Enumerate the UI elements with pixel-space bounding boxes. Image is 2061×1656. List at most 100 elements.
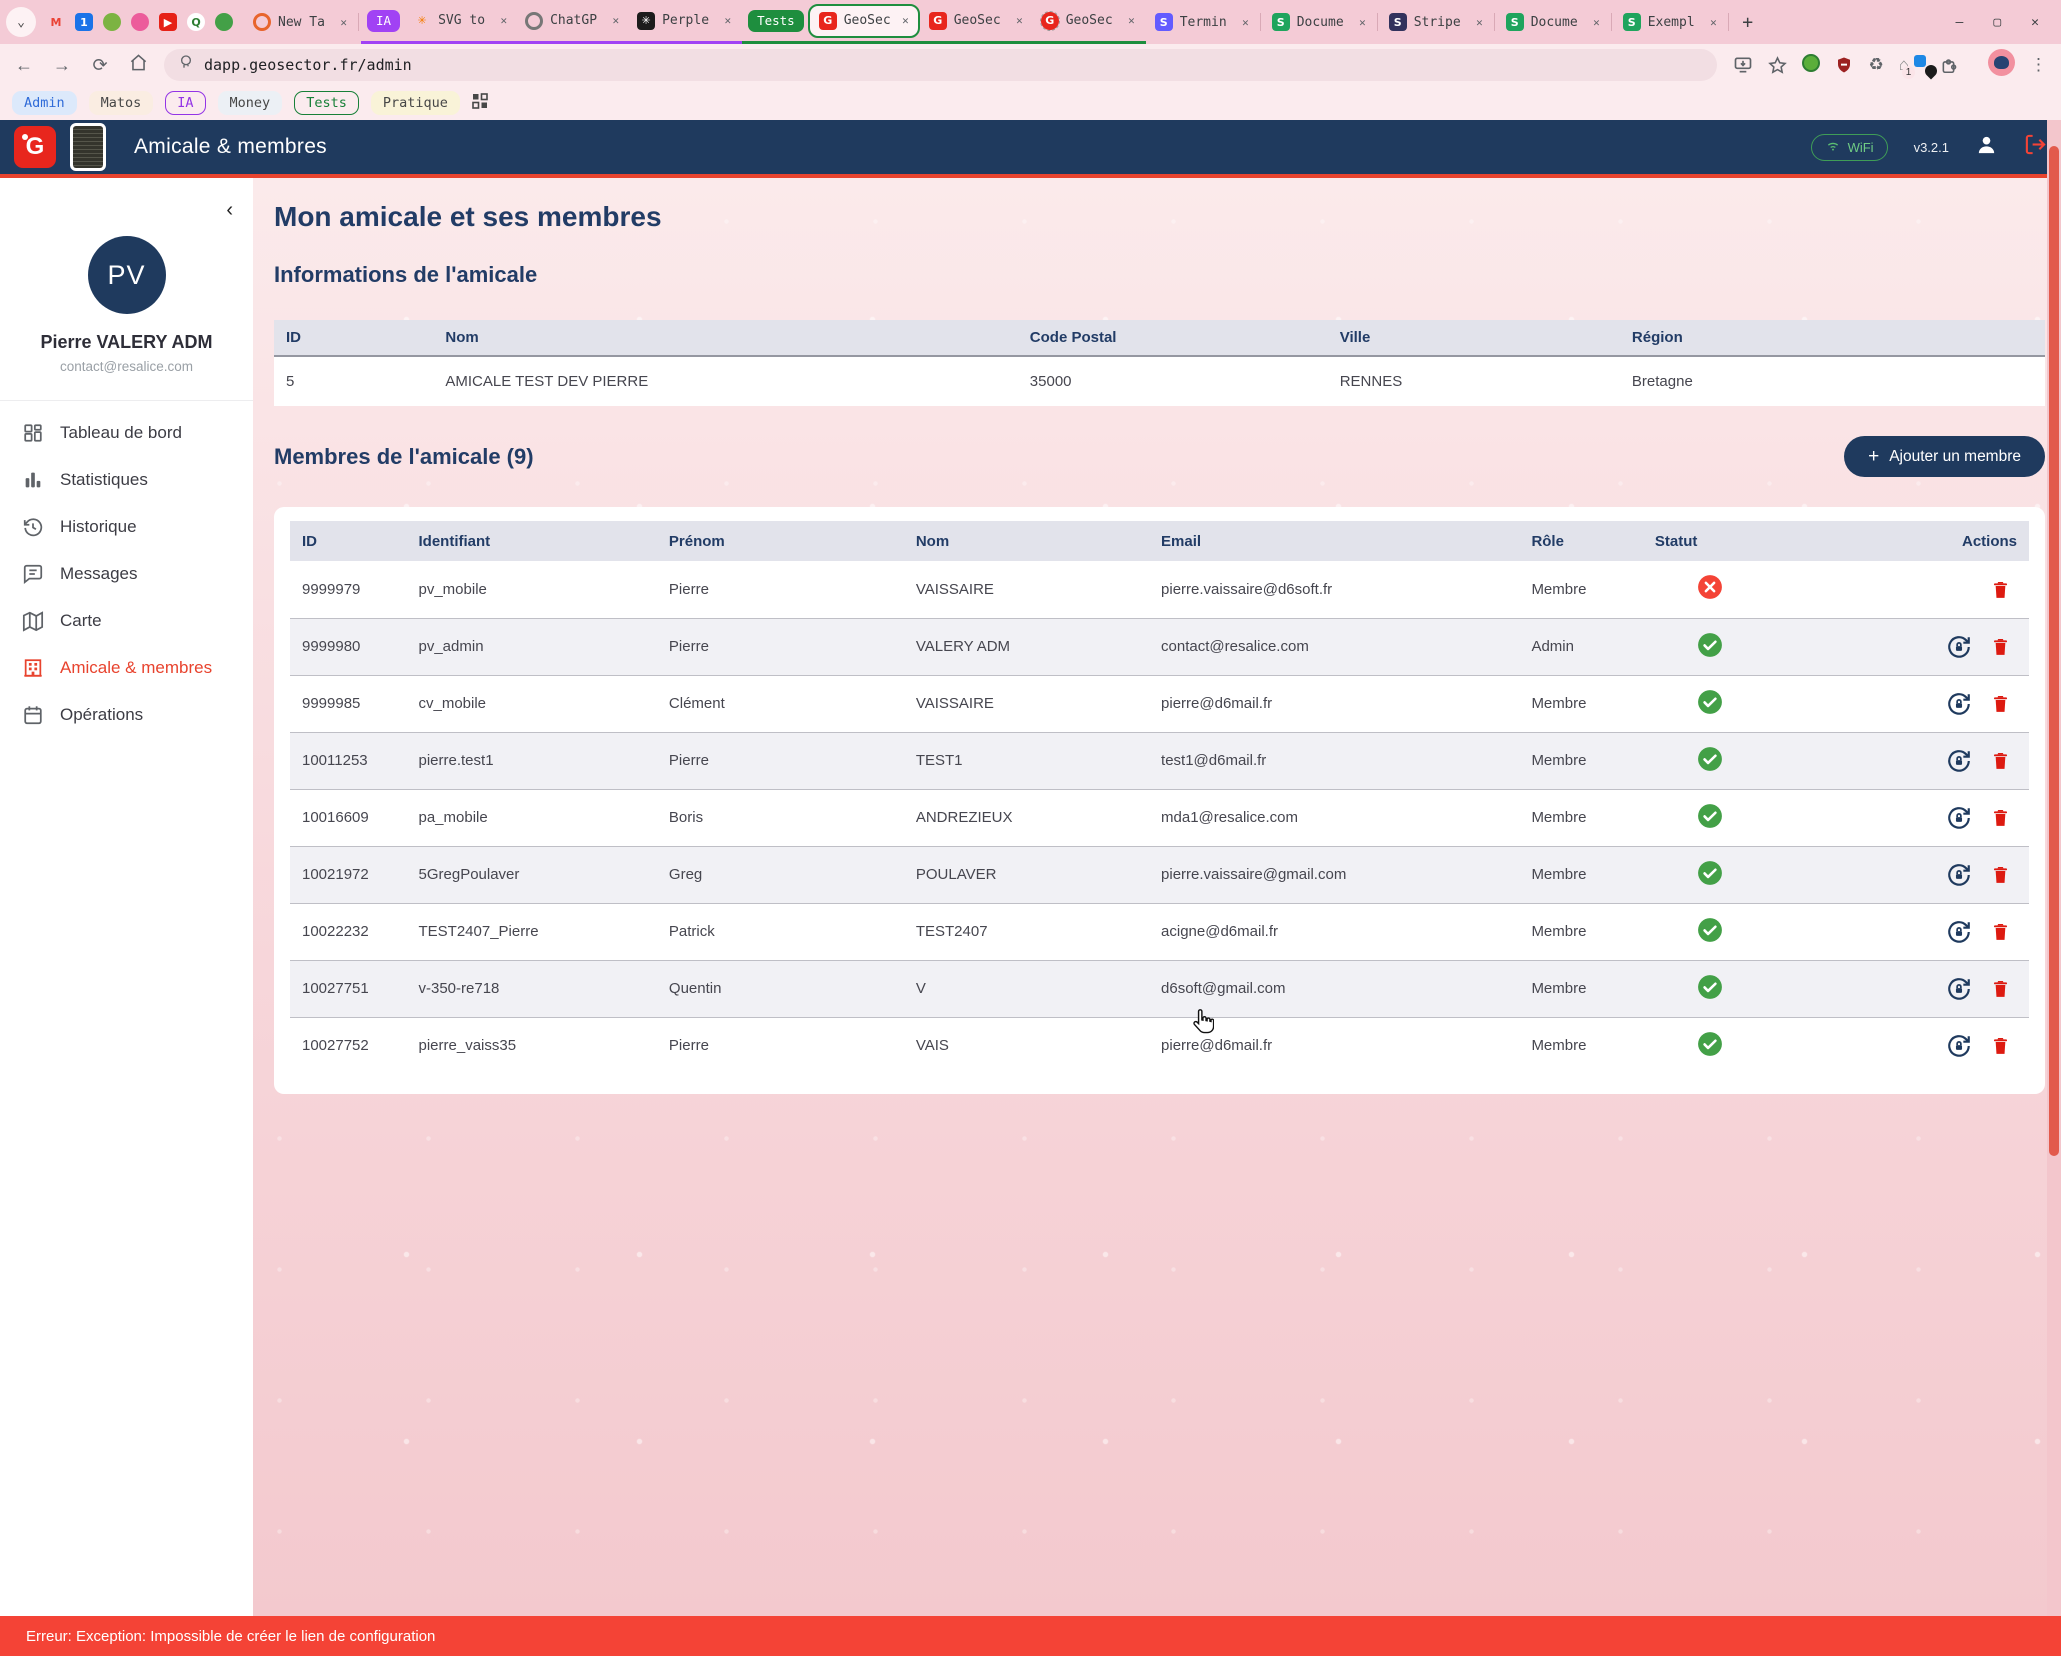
browser-tab-termin[interactable]: STermin✕: [1146, 5, 1258, 39]
site-settings-icon[interactable]: [178, 55, 194, 75]
user-email: contact@resalice.com: [0, 359, 253, 374]
close-tab-icon[interactable]: ✕: [1710, 16, 1717, 29]
close-tab-icon[interactable]: ✕: [500, 14, 507, 27]
bookmark-pratique[interactable]: Pratique: [371, 91, 460, 115]
forward-icon[interactable]: →: [52, 55, 72, 76]
youtube-favicon[interactable]: ▶: [159, 13, 177, 31]
close-tab-icon[interactable]: ✕: [1242, 16, 1249, 29]
sidebar-item-tableau-de-bord[interactable]: Tableau de bord: [0, 409, 253, 456]
close-tab-icon[interactable]: ✕: [1359, 16, 1366, 29]
browser-tab-svg-to[interactable]: ✳SVG to✕: [404, 4, 516, 38]
close-tab-icon[interactable]: ✕: [1128, 14, 1135, 27]
sidebar-collapse-button[interactable]: ‹: [226, 200, 233, 220]
add-member-button[interactable]: + Ajouter un membre: [1844, 436, 2045, 477]
close-tab-icon[interactable]: ✕: [340, 16, 347, 29]
tab-search-button[interactable]: ⌄: [6, 7, 36, 37]
impersonate-icon[interactable]: [1946, 805, 1972, 831]
member-row: 10027752pierre_vaiss35PierreVAISpierre@d…: [290, 1017, 2029, 1074]
sidebar-item-op-rations[interactable]: Opérations: [0, 691, 253, 738]
sidebar-item-historique[interactable]: Historique: [0, 503, 253, 550]
delete-icon[interactable]: [1990, 1034, 2011, 1057]
amicale-info-table: IDNomCode PostalVilleRégion 5AMICALE TES…: [274, 320, 2045, 406]
scrollbar-thumb[interactable]: [2049, 146, 2059, 1156]
browser-tab-geosec[interactable]: GGeoSec✕: [920, 4, 1032, 38]
impersonate-icon[interactable]: [1946, 919, 1972, 945]
sidebar-item-messages[interactable]: Messages: [0, 550, 253, 597]
bookmark-admin[interactable]: Admin: [12, 91, 77, 115]
puzzle-icon[interactable]: [1939, 56, 1958, 75]
back-icon[interactable]: ←: [14, 55, 34, 76]
tab-group-label[interactable]: Tests: [748, 10, 804, 32]
info-table-row: 5AMICALE TEST DEV PIERRE35000RENNESBreta…: [274, 356, 2045, 406]
delete-icon[interactable]: [1990, 977, 2011, 1000]
sidebar-item-statistiques[interactable]: Statistiques: [0, 456, 253, 503]
close-icon[interactable]: ✕: [2031, 15, 2039, 30]
delete-icon[interactable]: [1990, 749, 2011, 772]
bookmark-matos[interactable]: Matos: [89, 91, 154, 115]
browser-tab-new-ta[interactable]: New Ta✕: [244, 5, 356, 39]
delete-icon[interactable]: [1990, 920, 2011, 943]
browser-tab-chatgp[interactable]: ChatGP✕: [516, 4, 628, 38]
green-app-favicon[interactable]: [103, 13, 121, 31]
gmail-favicon[interactable]: M: [47, 13, 65, 31]
browser-tab-geosec[interactable]: GGeoSec✕: [808, 4, 920, 38]
delete-icon[interactable]: [1990, 635, 2011, 658]
recycle-icon[interactable]: ♻: [1868, 55, 1883, 75]
browser-tab-docume[interactable]: SDocume✕: [1263, 5, 1375, 39]
minimize-icon[interactable]: —: [1956, 15, 1964, 30]
close-tab-icon[interactable]: ✕: [1593, 16, 1600, 29]
browser-tab-exempl[interactable]: SExempl✕: [1614, 5, 1726, 39]
green-badge-favicon[interactable]: [215, 13, 233, 31]
home-icon[interactable]: [128, 53, 148, 77]
kebab-icon[interactable]: ⋮: [2030, 55, 2047, 75]
calendar-favicon[interactable]: 1: [75, 13, 93, 31]
logout-icon[interactable]: [2024, 133, 2047, 161]
close-tab-icon[interactable]: ✕: [612, 14, 619, 27]
member-nom: TEST1: [904, 732, 1149, 789]
bookmark-money[interactable]: Money: [218, 91, 283, 115]
user-icon[interactable]: [1975, 133, 1998, 161]
member-identifiant: pv_mobile: [407, 561, 657, 618]
delete-icon[interactable]: [1990, 692, 2011, 715]
profile-avatar-icon[interactable]: [1988, 49, 2015, 81]
home-badge-icon[interactable]: ⌂1: [1899, 55, 1909, 75]
delete-icon[interactable]: [1990, 806, 2011, 829]
qgis-favicon[interactable]: Q: [187, 13, 205, 31]
close-tab-icon[interactable]: ✕: [1016, 14, 1023, 27]
maximize-icon[interactable]: ▢: [1993, 15, 2001, 30]
bookmark-ia[interactable]: IA: [165, 91, 205, 115]
sidebar-item-carte[interactable]: Carte: [0, 597, 253, 644]
grid-apps-icon[interactable]: [472, 93, 488, 113]
impersonate-icon[interactable]: [1946, 748, 1972, 774]
butterfly-favicon[interactable]: [131, 13, 149, 31]
scrollbar[interactable]: [2047, 120, 2061, 1656]
members-col-header: Identifiant: [407, 521, 657, 561]
impersonate-icon[interactable]: [1946, 691, 1972, 717]
close-tab-icon[interactable]: ✕: [902, 14, 909, 27]
impersonate-icon[interactable]: [1946, 976, 1972, 1002]
shield-icon[interactable]: [1835, 55, 1853, 75]
info-col-header: ID: [274, 320, 433, 356]
new-tab-button[interactable]: +: [1734, 8, 1762, 36]
impersonate-icon[interactable]: [1946, 862, 1972, 888]
tab-group-label[interactable]: IA: [367, 10, 400, 32]
browser-tab-geosec[interactable]: GGeoSec✕: [1032, 4, 1144, 38]
close-tab-icon[interactable]: ✕: [724, 14, 731, 27]
reload-icon[interactable]: ⟳: [90, 55, 110, 76]
browser-tab-perple[interactable]: ✳Perple✕: [628, 4, 740, 38]
browser-tab-stripe[interactable]: SStripe✕: [1380, 5, 1492, 39]
impersonate-icon[interactable]: [1946, 634, 1972, 660]
sidebar-item-amicale-membres[interactable]: Amicale & membres: [0, 644, 253, 691]
browser-tab-docume[interactable]: SDocume✕: [1497, 5, 1609, 39]
delete-icon[interactable]: [1990, 863, 2011, 886]
delete-icon[interactable]: [1990, 578, 2011, 601]
ext-green-icon[interactable]: [1802, 54, 1820, 77]
install-icon[interactable]: [1733, 55, 1753, 75]
impersonate-icon[interactable]: [1946, 1033, 1972, 1059]
bookmark-tests[interactable]: Tests: [294, 91, 359, 115]
close-tab-icon[interactable]: ✕: [1476, 16, 1483, 29]
member-id: 10021972: [290, 846, 407, 903]
star-icon[interactable]: [1768, 56, 1787, 75]
member-actions: [1859, 561, 2029, 618]
url-bar[interactable]: dapp.geosector.fr/admin: [164, 49, 1717, 81]
